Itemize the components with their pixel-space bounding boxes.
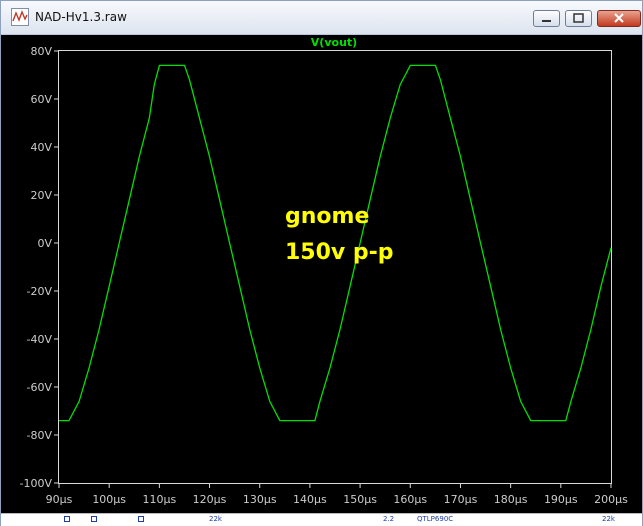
app-window: NAD-Hv1.3.raw V(vout) 80V 60V 40V 20V 0V -20V… (0, 0, 643, 526)
y-tick-label: 60V (30, 93, 52, 106)
x-tick-label: 110µs (142, 493, 176, 506)
trace-label[interactable]: V(vout) (311, 36, 357, 49)
maximize-button[interactable] (565, 10, 592, 27)
y-tick-label: -40V (27, 333, 53, 346)
x-tick-label: 170µs (444, 493, 478, 506)
x-tick-label: 100µs (92, 493, 126, 506)
component-symbol-icon (64, 516, 70, 522)
y-tick-label: -100V (20, 477, 53, 490)
y-axis: 80V 60V 40V 20V 0V -20V -40V -60V -80V -100V (20, 45, 59, 490)
strip-label: 2.2 (383, 515, 395, 523)
y-tick-label: 0V (37, 237, 52, 250)
minimize-icon (542, 20, 551, 22)
component-symbol-icon (91, 516, 97, 522)
annotation-peak-to-peak[interactable]: 150v p-p (285, 240, 394, 265)
y-tick-label: -60V (27, 381, 53, 394)
close-button[interactable] (597, 10, 641, 27)
x-tick-label: 140µs (293, 493, 327, 506)
schematic-strip: 22k 2.2 QTLP690C 22k (1, 513, 642, 526)
waveform-icon (11, 8, 29, 26)
x-tick-label: 150µs (343, 493, 377, 506)
maximize-icon (573, 13, 584, 23)
strip-label: 22k (209, 515, 222, 523)
annotation-gnome[interactable]: gnome (285, 204, 369, 229)
plot-pane[interactable]: V(vout) 80V 60V 40V 20V 0V -20V -40V -60V -80V -1… (1, 35, 642, 513)
x-tick-label: 160µs (393, 493, 427, 506)
title-bar[interactable]: NAD-Hv1.3.raw (1, 1, 642, 35)
x-tick-label: 200µs (594, 493, 628, 506)
plot-frame (58, 50, 612, 484)
window-title: NAD-Hv1.3.raw (35, 10, 127, 24)
y-tick-label: 20V (30, 189, 52, 202)
close-icon (614, 13, 624, 23)
x-axis: 90µs 100µs 110µs 120µs 130µs 140µs 150µs 160µs 1… (46, 483, 628, 506)
x-tick-label: 130µs (243, 493, 277, 506)
x-tick-label: 120µs (193, 493, 227, 506)
y-tick-label: 40V (30, 141, 52, 154)
x-tick-label: 90µs (46, 493, 73, 506)
y-tick-label: -20V (27, 285, 53, 298)
strip-label: 22k (602, 515, 615, 523)
x-tick-label: 180µs (494, 493, 528, 506)
strip-label: QTLP690C (417, 515, 454, 523)
y-tick-label: -80V (27, 429, 53, 442)
y-tick-label: 80V (30, 45, 52, 58)
x-tick-label: 190µs (544, 493, 578, 506)
component-symbol-icon (138, 516, 144, 522)
waveform-plot[interactable]: V(vout) 80V 60V 40V 20V 0V -20V -40V -60V -80V -1… (1, 35, 642, 513)
minimize-button[interactable] (533, 10, 560, 27)
